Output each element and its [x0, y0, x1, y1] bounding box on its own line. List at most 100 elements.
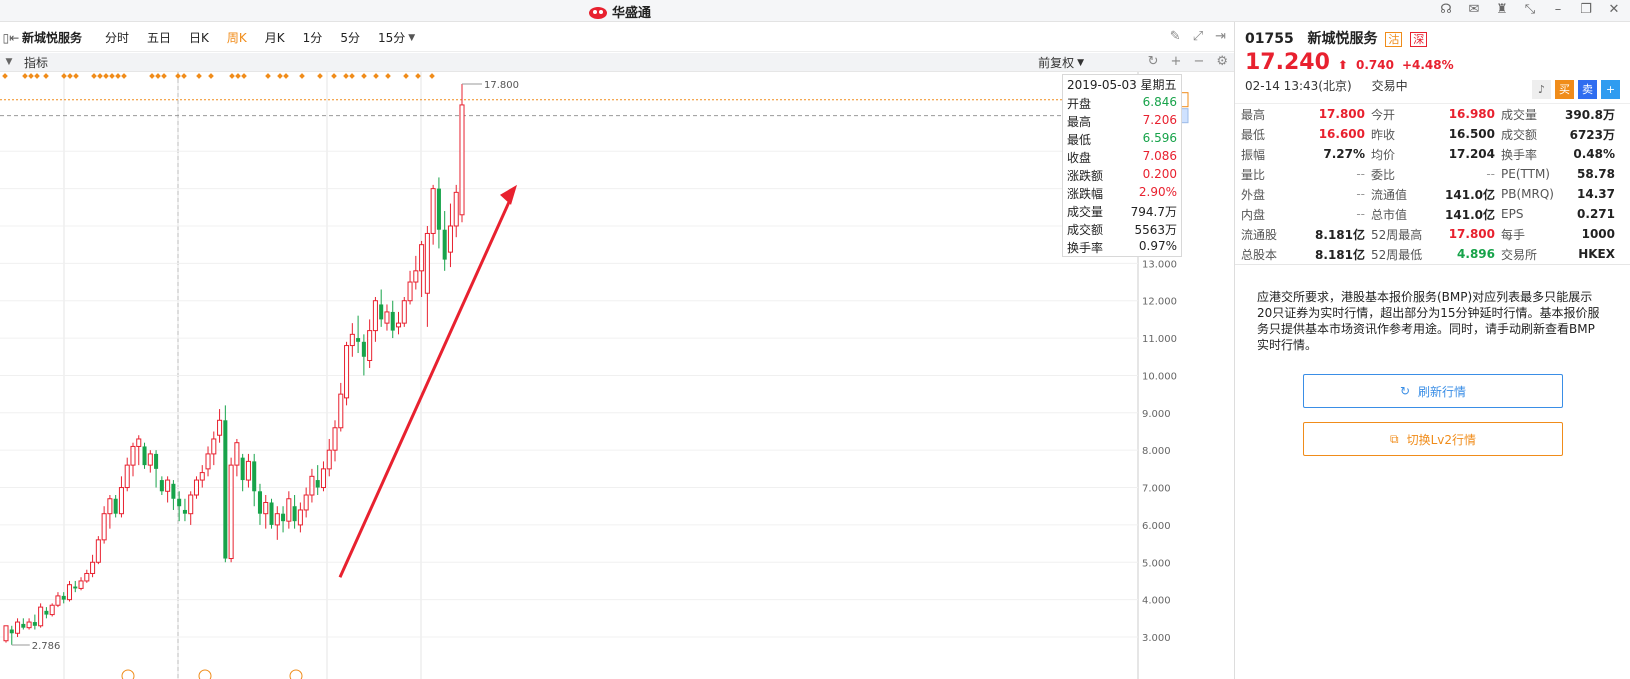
candle-body: [101, 513, 107, 541]
price-change-pct: +4.48%: [1401, 58, 1454, 72]
price-change: 0.740: [1355, 58, 1394, 72]
quote-field-label: 均价: [1371, 147, 1396, 162]
quote-field: 均价 17.204: [1371, 144, 1501, 164]
buy-button[interactable]: 买: [1555, 80, 1574, 99]
kline-chart[interactable]: 17.38016.95216.00015.00014.00013.00012.0…: [0, 72, 1234, 679]
candle-body: [379, 304, 384, 320]
restore-icon[interactable]: ⤡: [1522, 2, 1538, 18]
event-marker: [277, 73, 283, 79]
quote-field-label: PE(TTM): [1501, 167, 1550, 181]
quote-field-label: 外盘: [1241, 187, 1266, 202]
pencil-icon[interactable]: ✎: [1170, 29, 1181, 44]
quote-field-label: 交易所: [1501, 247, 1538, 262]
quote-time: 02-14 13:43(北京): [1245, 79, 1352, 93]
candle-body: [26, 621, 32, 629]
candle-body: [263, 501, 269, 515]
quote-field-value: 16.600: [1318, 127, 1365, 141]
chevron-down-icon: ▼: [1077, 57, 1084, 68]
candle-body: [49, 604, 55, 616]
mail-icon[interactable]: ✉: [1466, 2, 1482, 18]
tooltip-row: 开盘 6.846: [1063, 94, 1181, 112]
candle-body: [349, 333, 355, 347]
event-marker: [175, 73, 181, 79]
collapse-panel-icon[interactable]: ▯⇤: [0, 31, 22, 45]
quote-field: 外盘 --: [1241, 184, 1371, 204]
quote-field: 内盘 --: [1241, 204, 1371, 224]
y-tick-label: 3.000: [1142, 633, 1171, 644]
candle-body: [442, 229, 447, 260]
indicator-label[interactable]: 指标: [24, 54, 48, 71]
event-marker: [403, 73, 409, 79]
switch-lv2-button[interactable]: ⧉ 切换Lv2行情: [1303, 422, 1563, 456]
y-tick-label: 9.000: [1142, 409, 1171, 420]
low-price-label: 2.786: [32, 641, 61, 652]
expand-right-icon[interactable]: ⇥: [1215, 29, 1226, 44]
event-marker: [229, 73, 235, 79]
candle-body: [344, 345, 350, 399]
period-tab-monthly[interactable]: 月K: [256, 29, 294, 46]
headset-icon[interactable]: ☊: [1438, 2, 1454, 18]
tooltip-row-value: 0.97%: [1138, 239, 1177, 253]
quote-field-value: 8.181亿: [1315, 247, 1365, 262]
quote-field-value: 8.181亿: [1315, 227, 1365, 242]
quote-field-value: 14.37: [1577, 187, 1615, 201]
quote-field-value: 141.0亿: [1445, 207, 1495, 222]
tooltip-date: 2019-05-03 星期五: [1067, 78, 1177, 92]
bmp-notice: 应港交所要求，港股基本报价服务(BMP)对应列表最多只能展示20只证券为实时行情…: [1257, 290, 1600, 352]
y-tick-label: 12.000: [1142, 297, 1177, 308]
period-tab-5day[interactable]: 五日: [138, 29, 180, 46]
quote-field: 52周最高 17.800: [1371, 224, 1501, 244]
quote-field-label: 内盘: [1241, 207, 1266, 222]
candle-body: [257, 491, 262, 514]
candle-body: [281, 513, 286, 522]
quote-field-value: 17.204: [1448, 147, 1495, 161]
event-marker: [109, 73, 115, 79]
candle-body: [61, 595, 66, 600]
period-tab-5min[interactable]: 5分: [331, 29, 369, 46]
quote-field: 每手 1000: [1501, 224, 1621, 244]
candle-body: [147, 453, 153, 466]
event-marker: [155, 73, 161, 79]
sell-button[interactable]: 卖: [1578, 80, 1597, 99]
candle-body: [430, 188, 436, 234]
period-tab-intraday[interactable]: 分时: [96, 29, 138, 46]
quote-field-label: 成交量: [1501, 107, 1538, 122]
add-watchlist-button[interactable]: +: [1601, 80, 1620, 99]
candle-body: [15, 621, 21, 634]
y-tick-label: 13.000: [1142, 259, 1177, 270]
minus-icon[interactable]: −: [1193, 54, 1204, 69]
adjust-label: 前复权: [1038, 56, 1075, 70]
tooltip-row: 最高 7.206: [1063, 112, 1181, 130]
tooltip-row: 涨跌幅 2.90%: [1063, 184, 1181, 202]
period-tab-weekly[interactable]: 周K: [218, 29, 256, 46]
event-marker: [121, 73, 127, 79]
candle-body: [384, 311, 390, 324]
indicator-toggle-icon[interactable]: ▼: [2, 57, 16, 67]
maximize-icon[interactable]: ❐: [1578, 2, 1594, 18]
candle-body: [309, 475, 315, 496]
refresh-icon: ↻: [1399, 384, 1411, 398]
refresh-icon[interactable]: ↻: [1148, 54, 1159, 69]
period-dropdown-icon[interactable]: ▼: [408, 33, 415, 43]
quote-field-label: 总市值: [1371, 207, 1408, 222]
minimize-icon[interactable]: –: [1550, 2, 1566, 18]
plus-icon[interactable]: +: [1171, 54, 1182, 69]
candle-body: [234, 442, 240, 466]
candle-body: [252, 461, 257, 492]
quote-field: 成交量 390.8万: [1501, 104, 1621, 124]
quote-field: 总市值 141.0亿: [1371, 204, 1501, 224]
period-tab-1min[interactable]: 1分: [294, 29, 332, 46]
fullscreen-icon[interactable]: ⤢: [1193, 29, 1203, 44]
candle-body: [32, 622, 37, 626]
adjust-dropdown[interactable]: 前复权 ▼: [1038, 54, 1084, 71]
period-tab-daily[interactable]: 日K: [180, 29, 218, 46]
event-marker: [373, 73, 379, 79]
bell-icon[interactable]: ♪: [1532, 80, 1551, 99]
refresh-quote-button[interactable]: ↻ 刷新行情: [1303, 374, 1563, 408]
close-icon[interactable]: ✕: [1606, 2, 1622, 18]
gear-icon[interactable]: ⚙: [1216, 54, 1228, 69]
candle-body: [436, 188, 441, 230]
quote-field-label: 换手率: [1501, 147, 1538, 162]
candle-body: [245, 460, 251, 481]
shirt-icon[interactable]: ♜: [1494, 2, 1510, 18]
